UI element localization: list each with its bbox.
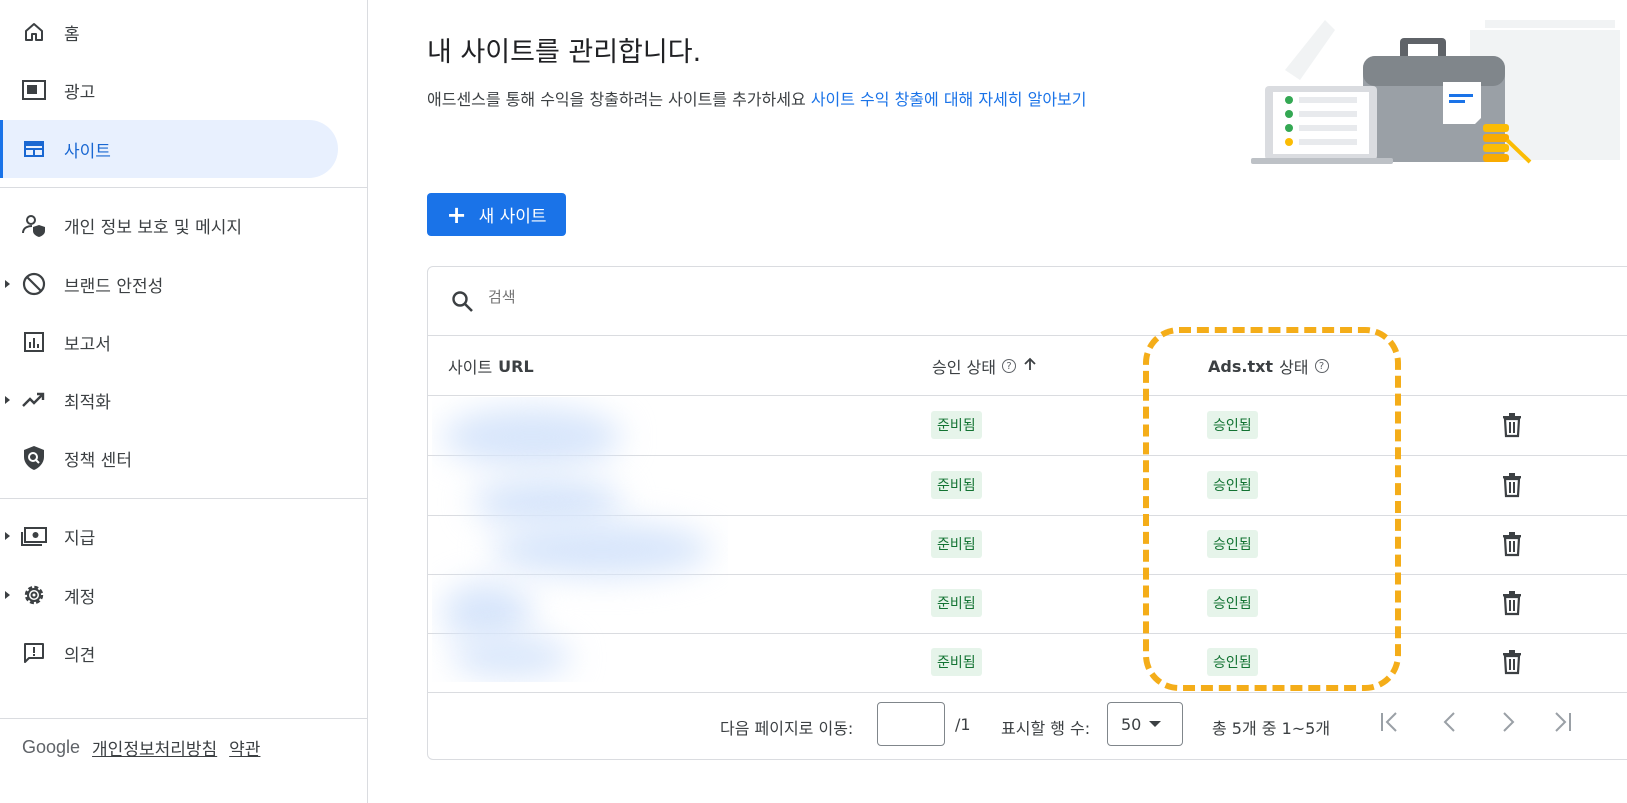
reports-icon <box>20 328 48 356</box>
feedback-icon <box>20 639 48 667</box>
first-page-icon[interactable] <box>1378 709 1402 739</box>
approval-status-badge: 준비됨 <box>931 648 982 676</box>
search-bar <box>428 267 1627 336</box>
sidebar-item-label: 지급 <box>64 528 96 549</box>
sidebar-item-label: 광고 <box>64 82 96 103</box>
sites-illustration <box>1251 20 1620 164</box>
sidebar-item-feedback[interactable]: 의견 <box>0 624 338 682</box>
ads-txt-status-badge: 승인됨 <box>1207 589 1258 617</box>
goto-page-input[interactable] <box>877 702 945 746</box>
sidebar-divider <box>0 187 367 188</box>
ads-txt-status-badge: 승인됨 <box>1207 471 1258 499</box>
delete-icon[interactable] <box>1500 590 1524 620</box>
sidebar-item-privacy[interactable]: 개인 정보 보호 및 메시지 <box>0 196 338 254</box>
sidebar-item-label: 보고서 <box>64 334 111 355</box>
sidebar-item-label: 홈 <box>64 24 80 45</box>
sidebar-item-optimization[interactable]: 최적화 <box>0 371 338 429</box>
sidebar-item-label: 계정 <box>64 587 96 608</box>
expand-caret-icon <box>5 532 10 540</box>
approval-status-badge: 준비됨 <box>931 411 982 439</box>
redacted-site-urls <box>432 397 728 682</box>
sidebar-item-account[interactable]: 계정 <box>0 566 338 624</box>
table-header: 사이트 URL 승인 상태 ? Ads.txt 상태 ? <box>428 335 1627 396</box>
expand-caret-icon <box>5 396 10 404</box>
sidebar-divider <box>0 498 367 499</box>
column-header-text: 사이트 <box>448 358 493 377</box>
column-header-text: 승인 상태 <box>932 358 996 377</box>
prev-page-icon[interactable] <box>1438 709 1462 739</box>
ads-txt-status-badge: 승인됨 <box>1207 411 1258 439</box>
rows-per-page-select[interactable]: 50 <box>1107 702 1183 746</box>
rows-per-page-label: 표시할 행 수: <box>1001 719 1091 738</box>
sites-icon <box>20 135 48 163</box>
new-site-button[interactable]: + 새 사이트 <box>427 193 566 236</box>
search-icon <box>450 289 474 317</box>
expand-caret-icon <box>5 591 10 599</box>
sidebar: 홈 광고 사이트 개인 정보 보호 및 메시지 브랜드 안전성 보고서 최적화 … <box>0 0 368 803</box>
ads-txt-status-badge: 승인됨 <box>1207 530 1258 558</box>
pagination-bar: 다음 페이지로 이동: /1 표시할 행 수: 50 총 5개 중 1~5개 <box>428 691 1627 759</box>
sidebar-item-label: 사이트 <box>64 141 111 162</box>
approval-status-badge: 준비됨 <box>931 589 982 617</box>
delete-icon[interactable] <box>1500 531 1524 561</box>
block-icon <box>20 270 48 298</box>
goto-page-label: 다음 페이지로 이동: <box>720 719 854 738</box>
sidebar-item-label: 개인 정보 보호 및 메시지 <box>64 217 243 238</box>
last-page-icon[interactable] <box>1550 709 1574 739</box>
sidebar-item-label: 정책 센터 <box>64 450 132 471</box>
sidebar-item-home[interactable]: 홈 <box>0 3 338 61</box>
delete-icon[interactable] <box>1500 472 1524 502</box>
column-header-text-bold: Ads.txt <box>1208 356 1274 376</box>
column-header-text: 상태 <box>1279 358 1309 377</box>
privacy-icon <box>20 211 48 239</box>
sidebar-divider <box>0 718 367 719</box>
learn-more-link[interactable]: 사이트 수익 창출에 대해 자세히 알아보기 <box>811 90 1087 109</box>
gear-icon <box>20 581 48 609</box>
new-site-label: 새 사이트 <box>478 207 547 227</box>
sidebar-item-brand-safety[interactable]: 브랜드 안전성 <box>0 255 338 313</box>
rows-per-page-value: 50 <box>1121 714 1142 734</box>
trending-icon <box>20 386 48 414</box>
delete-icon[interactable] <box>1500 649 1524 679</box>
row-count-text: 총 5개 중 1~5개 <box>1212 719 1331 738</box>
sidebar-item-label: 최적화 <box>64 392 111 413</box>
next-page-icon[interactable] <box>1496 709 1520 739</box>
ads-txt-status-badge: 승인됨 <box>1207 648 1258 676</box>
dropdown-arrow-icon <box>1149 721 1162 727</box>
sidebar-item-policy-center[interactable]: 정책 센터 <box>0 429 338 487</box>
sidebar-item-label: 의견 <box>64 645 96 666</box>
privacy-policy-link[interactable]: 개인정보처리방침 <box>92 735 217 760</box>
approval-status-badge: 준비됨 <box>931 471 982 499</box>
column-header-approval[interactable]: 승인 상태 ? <box>932 354 1038 378</box>
page-title: 내 사이트를 관리합니다. <box>427 37 702 68</box>
sidebar-item-sites[interactable]: 사이트 <box>0 120 338 178</box>
delete-icon[interactable] <box>1500 412 1524 442</box>
column-header-text-bold: URL <box>498 356 534 376</box>
google-logo: Google <box>22 737 81 757</box>
subtitle-text: 애드센스를 통해 수익을 창출하려는 사이트를 추가하세요 <box>427 90 806 109</box>
help-icon[interactable]: ? <box>1001 359 1016 373</box>
search-input[interactable] <box>486 287 990 307</box>
terms-link[interactable]: 약관 <box>229 735 260 760</box>
sidebar-item-ads[interactable]: 광고 <box>0 61 338 119</box>
column-header-ads-txt[interactable]: Ads.txt 상태 ? <box>1208 354 1329 378</box>
ads-icon <box>20 76 48 104</box>
sidebar-item-reports[interactable]: 보고서 <box>0 313 338 371</box>
sidebar-item-payments[interactable]: 지급 <box>0 507 338 565</box>
approval-status-badge: 준비됨 <box>931 530 982 558</box>
sites-table-card: 사이트 URL 승인 상태 ? Ads.txt 상태 ? 준비됨 승인됨 준비됨… <box>427 266 1627 760</box>
expand-caret-icon <box>5 280 10 288</box>
column-header-site-url[interactable]: 사이트 URL <box>448 354 534 378</box>
plus-icon: + <box>446 200 467 229</box>
total-pages-text: /1 <box>955 715 971 734</box>
home-icon <box>20 18 48 46</box>
policy-icon <box>20 444 48 472</box>
help-icon[interactable]: ? <box>1314 359 1329 373</box>
payments-icon <box>20 522 48 550</box>
sort-arrow-up-icon <box>1022 356 1038 376</box>
page-subtitle: 애드센스를 통해 수익을 창출하려는 사이트를 추가하세요 사이트 수익 창출에… <box>427 86 1086 110</box>
sidebar-item-label: 브랜드 안전성 <box>64 276 164 297</box>
sidebar-footer: Google 개인정보처리방침 약관 <box>22 735 260 760</box>
